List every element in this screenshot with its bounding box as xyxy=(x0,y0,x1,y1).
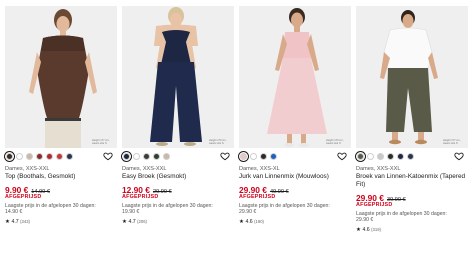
product-card[interactable]: Height 177 cm, wears size S Dames, XXS-X… xyxy=(5,6,117,226)
swatch-2[interactable] xyxy=(26,153,33,160)
lowest-price-value: 29.90 € xyxy=(239,209,257,216)
product-name[interactable]: Broek van Linnen-Katoenmix (Tapered Fit) xyxy=(356,173,468,189)
lowest-price-value: 19.90 € xyxy=(122,209,140,216)
size-range: Dames, XXS-XL xyxy=(239,166,280,172)
star-icon: ★ xyxy=(356,226,362,233)
lowest-price-text: Laagste prijs in de afgelopen 30 dagen: xyxy=(122,202,213,209)
product-name[interactable]: Top (Boothals, Gesmokt) xyxy=(5,173,117,181)
swatch-2[interactable] xyxy=(143,153,150,160)
lowest-price-value: 29.90 € xyxy=(356,217,374,224)
sale-label: AFGEPRIJSD xyxy=(122,193,159,200)
lowest-price-note: Laagste prijs in de afgelopen 30 dagen: … xyxy=(239,203,351,216)
product-name[interactable]: Jurk van Linnenmix (Mouwloos) xyxy=(239,173,351,181)
color-swatches xyxy=(356,152,468,166)
rating-value: 4.7 xyxy=(128,218,136,225)
swatch-0[interactable] xyxy=(123,153,130,160)
star-icon: ★ xyxy=(122,218,128,225)
product-card[interactable]: Height 177 cm, wears size S Dames, XXS-X… xyxy=(356,6,468,234)
rating: ★ 4.6 (190) xyxy=(239,218,351,226)
swatch-3[interactable] xyxy=(270,153,277,160)
product-card[interactable]: Height 170 cm, wears size S Dames, XXS-X… xyxy=(122,6,234,226)
swatch-3[interactable] xyxy=(387,153,394,160)
price-row: 29.90 €39.90 € xyxy=(356,192,468,203)
lowest-price-value: 14.90 € xyxy=(5,209,23,216)
product-image[interactable]: Height 177 cm, wears size S xyxy=(356,6,468,148)
heart-icon[interactable] xyxy=(103,151,113,161)
review-count[interactable]: (319) xyxy=(371,227,381,232)
star-icon: ★ xyxy=(5,218,11,225)
swatch-5[interactable] xyxy=(56,153,63,160)
price-row: 12.90 €29.90 € xyxy=(122,184,234,195)
rating: ★ 4.7 (206) xyxy=(122,218,234,226)
swatch-1[interactable] xyxy=(250,153,257,160)
product-image[interactable]: Height 177 cm, wears size S xyxy=(5,6,117,148)
swatch-1[interactable] xyxy=(133,153,140,160)
image-caption: Height 170 cm, wears size S xyxy=(209,139,227,145)
review-count[interactable]: (343) xyxy=(20,219,30,224)
color-swatches xyxy=(239,152,351,166)
lowest-price-text: Laagste prijs in de afgelopen 30 dagen: xyxy=(239,202,330,209)
lowest-price-text: Laagste prijs in de afgelopen 30 dagen: xyxy=(356,210,447,217)
image-caption: Height 177 cm, wears size S xyxy=(443,139,461,145)
review-count[interactable]: (206) xyxy=(137,219,147,224)
product-image[interactable]: Height 170 cm, wears size S xyxy=(122,6,234,148)
size-range: Dames, XXS-XXL xyxy=(356,166,401,172)
swatch-5[interactable] xyxy=(407,153,414,160)
product-card[interactable]: Height 170 cm, wears size S Dames, XXS-X… xyxy=(239,6,351,226)
review-count[interactable]: (190) xyxy=(254,219,264,224)
product-name[interactable]: Easy Broek (Gesmokt) xyxy=(122,173,234,181)
lowest-price-note: Laagste prijs in de afgelopen 30 dagen: … xyxy=(122,203,234,216)
swatch-4[interactable] xyxy=(163,153,170,160)
swatch-3[interactable] xyxy=(36,153,43,160)
swatch-4[interactable] xyxy=(397,153,404,160)
swatch-3[interactable] xyxy=(153,153,160,160)
swatch-4[interactable] xyxy=(46,153,53,160)
swatch-0[interactable] xyxy=(240,153,247,160)
heart-icon[interactable] xyxy=(454,151,464,161)
heart-icon[interactable] xyxy=(337,151,347,161)
rating: ★ 4.7 (343) xyxy=(5,218,117,226)
color-swatches xyxy=(5,152,117,166)
size-range: Dames, XXS-XXL xyxy=(5,166,50,172)
rating-value: 4.6 xyxy=(362,226,370,233)
rating-value: 4.7 xyxy=(11,218,19,225)
rating-value: 4.6 xyxy=(245,218,253,225)
heart-icon[interactable] xyxy=(220,151,230,161)
size-range: Dames, XXS-XXL xyxy=(122,166,167,172)
rating: ★ 4.6 (319) xyxy=(356,226,468,234)
lowest-price-text: Laagste prijs in de afgelopen 30 dagen: xyxy=(5,202,96,209)
price-row: 29.90 €49.90 € xyxy=(239,184,351,195)
swatch-6[interactable] xyxy=(66,153,73,160)
product-image[interactable]: Height 170 cm, wears size S xyxy=(239,6,351,148)
image-caption: Height 177 cm, wears size S xyxy=(92,139,110,145)
color-swatches xyxy=(122,152,234,166)
lowest-price-note: Laagste prijs in de afgelopen 30 dagen: … xyxy=(356,211,468,224)
lowest-price-note: Laagste prijs in de afgelopen 30 dagen: … xyxy=(5,203,117,216)
swatch-0[interactable] xyxy=(6,153,13,160)
swatch-1[interactable] xyxy=(16,153,23,160)
swatch-1[interactable] xyxy=(367,153,374,160)
sale-label: AFGEPRIJSD xyxy=(5,193,42,200)
swatch-0[interactable] xyxy=(357,153,364,160)
star-icon: ★ xyxy=(239,218,245,225)
image-caption: Height 170 cm, wears size S xyxy=(326,139,344,145)
swatch-2[interactable] xyxy=(260,153,267,160)
sale-label: AFGEPRIJSD xyxy=(239,193,276,200)
product-grid: Height 177 cm, wears size S Dames, XXS-X… xyxy=(0,0,475,255)
swatch-2[interactable] xyxy=(377,153,384,160)
price-row: 9.90 €14.90 € xyxy=(5,184,117,195)
sale-label: AFGEPRIJSD xyxy=(356,201,393,208)
